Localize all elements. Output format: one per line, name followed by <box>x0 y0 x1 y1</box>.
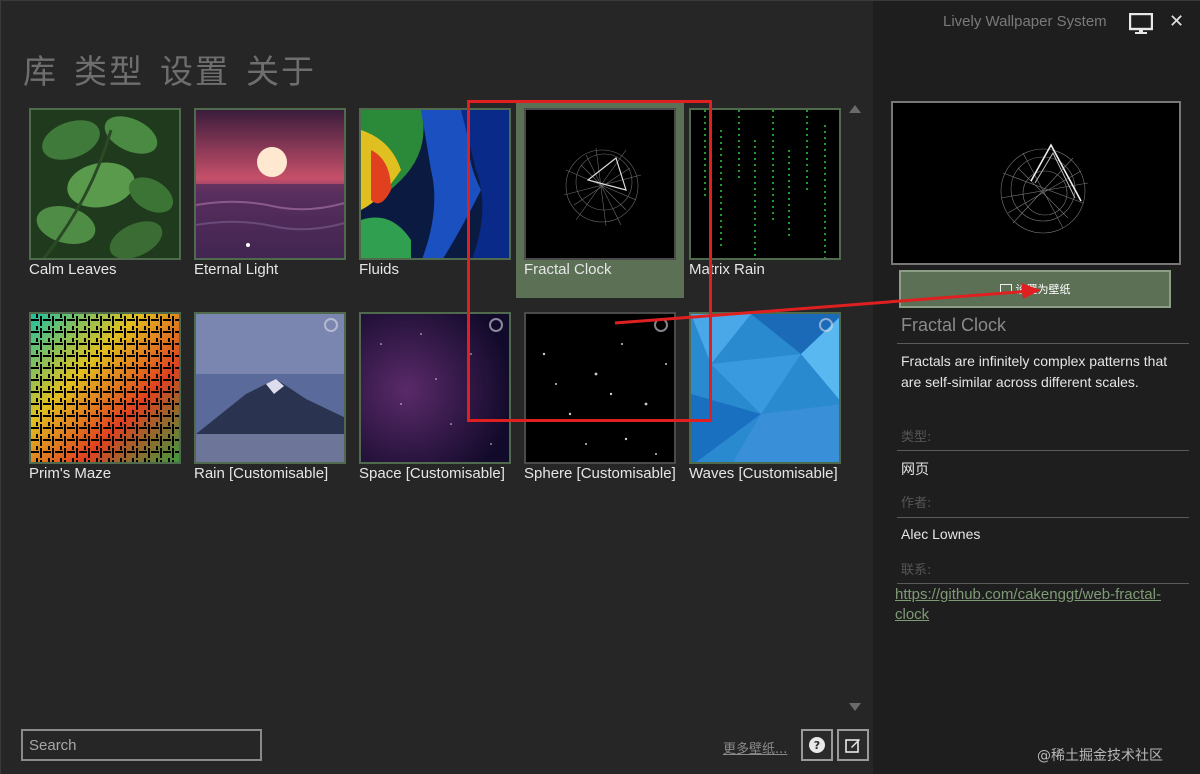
close-icon[interactable]: ✕ <box>1169 11 1184 32</box>
app-window: 库 类型 设置 关于 Calm Leaves Eternal Light Flu… <box>0 0 1200 774</box>
contact-label: 联系: <box>901 563 932 578</box>
wallpaper-icon <box>999 284 1012 294</box>
gear-icon[interactable] <box>324 318 338 332</box>
author-value: Alec Lownes <box>901 526 981 542</box>
contact-link[interactable]: https://github.com/cakenggt/web-fractal-… <box>895 585 1165 625</box>
thumbnail-rain <box>194 312 346 464</box>
tile-label: Calm Leaves <box>29 261 117 278</box>
nav-settings[interactable]: 设置 <box>160 45 230 93</box>
tile-label: Rain [Customisable] <box>194 465 329 482</box>
help-icon: ? <box>809 737 825 753</box>
highlight-box <box>467 100 712 422</box>
scroll-down-icon[interactable] <box>849 703 861 711</box>
nav-types[interactable]: 类型 <box>74 45 144 93</box>
search-input[interactable] <box>21 729 262 761</box>
wallpaper-description: Fractals are infinitely complex patterns… <box>901 353 1168 390</box>
type-value: 网页 <box>901 461 929 477</box>
more-wallpapers-link[interactable]: 更多壁纸... <box>723 738 787 757</box>
set-wallpaper-button[interactable]: 设置为壁纸 <box>899 270 1171 308</box>
help-button[interactable]: ? <box>801 729 833 761</box>
wallpaper-title: Fractal Clock <box>901 315 1007 335</box>
thumbnail-calm-leaves <box>29 108 181 260</box>
author-label: 作者: <box>901 496 932 511</box>
tile-label: Matrix Rain <box>689 261 765 278</box>
gear-icon[interactable] <box>819 318 833 332</box>
edit-icon <box>845 739 860 753</box>
scroll-up-icon[interactable] <box>849 105 861 113</box>
type-label: 类型: <box>901 430 932 445</box>
top-nav: 库 类型 设置 关于 <box>23 45 316 93</box>
nav-library[interactable]: 库 <box>23 45 58 93</box>
divider <box>897 583 1189 584</box>
divider <box>897 450 1189 451</box>
nav-about[interactable]: 关于 <box>246 45 316 93</box>
watermark: @稀土掘金技术社区 <box>1037 748 1163 764</box>
tile-label: Space [Customisable] <box>359 465 505 482</box>
details-pane: Lively Wallpaper System ✕ 设置为壁纸 Fractal … <box>873 1 1200 774</box>
edit-button[interactable] <box>837 729 869 761</box>
divider <box>897 343 1189 344</box>
thumbnail-prims-maze <box>29 312 181 464</box>
app-title: Lively Wallpaper System <box>943 13 1107 30</box>
svg-text:?: ? <box>814 739 820 752</box>
thumbnail-eternal-light <box>194 108 346 260</box>
wallpaper-preview <box>891 101 1181 265</box>
monitor-icon[interactable] <box>1129 13 1153 35</box>
library-pane: 库 类型 设置 关于 Calm Leaves Eternal Light Flu… <box>1 1 873 774</box>
set-wallpaper-label: 设置为壁纸 <box>1015 283 1071 296</box>
divider <box>897 517 1189 518</box>
tile-label: Eternal Light <box>194 261 279 278</box>
tile-label: Prim's Maze <box>29 465 112 482</box>
tile-label: Waves [Customisable] <box>689 465 838 482</box>
tile-label: Sphere [Customisable] <box>524 465 676 482</box>
